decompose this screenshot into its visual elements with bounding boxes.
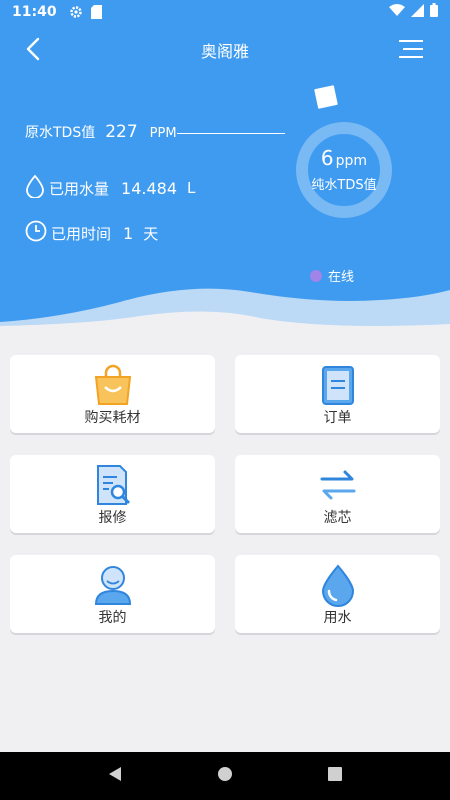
pure-tds-unit: ppm <box>335 153 368 169</box>
card-label: 滤芯 <box>323 510 352 526</box>
time-used-row: 已用时间 1 天 <box>25 220 158 246</box>
card-repair[interactable]: 报修 <box>10 455 215 533</box>
nav-home-button[interactable] <box>217 766 233 786</box>
time-used-value: 1 <box>123 223 134 243</box>
card-label: 报修 <box>98 510 127 526</box>
pure-tds-label: 纯水TDS值 <box>311 178 377 193</box>
online-status: 在线 <box>310 266 354 285</box>
card-label: 我的 <box>98 610 127 626</box>
time-used-unit: 天 <box>143 224 159 243</box>
raw-tds-label: 原水TDS值 <box>25 125 96 141</box>
nav-back-button[interactable] <box>107 766 123 786</box>
sd-card-icon <box>90 5 102 19</box>
status-time: 11:40 <box>12 4 57 20</box>
tds-divider <box>177 133 285 134</box>
system-nav-bar <box>0 752 450 800</box>
settings-icon <box>69 5 83 19</box>
shopping-bag-icon <box>91 363 135 407</box>
water-used-value: 14.484 <box>121 178 177 198</box>
clock-icon <box>25 220 47 246</box>
raw-tds-unit: PPM <box>149 126 177 141</box>
cube-decoration <box>314 85 338 109</box>
card-orders[interactable]: 订单 <box>235 355 440 433</box>
card-label: 购买耗材 <box>84 410 141 426</box>
pure-tds-gauge: 6 ppm 纯水TDS值 <box>296 122 392 218</box>
water-used-label: 已用水量 <box>49 179 110 198</box>
status-dot <box>310 269 322 282</box>
water-used-row: 已用水量 14.484 L <box>25 174 195 202</box>
wifi-icon <box>389 4 405 20</box>
wave-decoration <box>0 288 450 330</box>
card-label: 用水 <box>323 610 352 626</box>
card-label: 订单 <box>323 410 352 426</box>
page-title: 奥阁雅 <box>200 42 249 61</box>
raw-tds-value: 227 <box>105 122 138 142</box>
water-used-unit: L <box>187 179 196 197</box>
repair-icon <box>91 463 135 507</box>
card-filter[interactable]: 滤芯 <box>235 455 440 533</box>
card-buy-supplies[interactable]: 购买耗材 <box>10 355 215 433</box>
online-label: 在线 <box>328 270 355 285</box>
raw-tds-row: 原水TDS值 227 PPM <box>25 122 177 142</box>
card-mine[interactable]: 我的 <box>10 555 215 633</box>
drop-icon <box>25 174 45 202</box>
filter-swap-icon <box>316 463 360 507</box>
nav-recents-button[interactable] <box>327 766 343 786</box>
signal-icon <box>411 3 424 21</box>
time-used-label: 已用时间 <box>51 224 112 243</box>
order-icon <box>316 363 360 407</box>
device-status-panel: 奥阁雅 原水TDS值 227 PPM 已用水量 14.484 L 已用时间 1 … <box>0 24 450 330</box>
user-icon <box>91 563 135 607</box>
menu-button[interactable] <box>396 36 426 62</box>
status-bar: 11:40 <box>0 0 450 24</box>
pure-tds-value: 6 <box>320 146 334 170</box>
water-drop-icon <box>316 563 360 607</box>
top-navbar: 奥阁雅 <box>0 24 450 74</box>
battery-icon <box>430 3 438 21</box>
card-water-usage[interactable]: 用水 <box>235 555 440 633</box>
